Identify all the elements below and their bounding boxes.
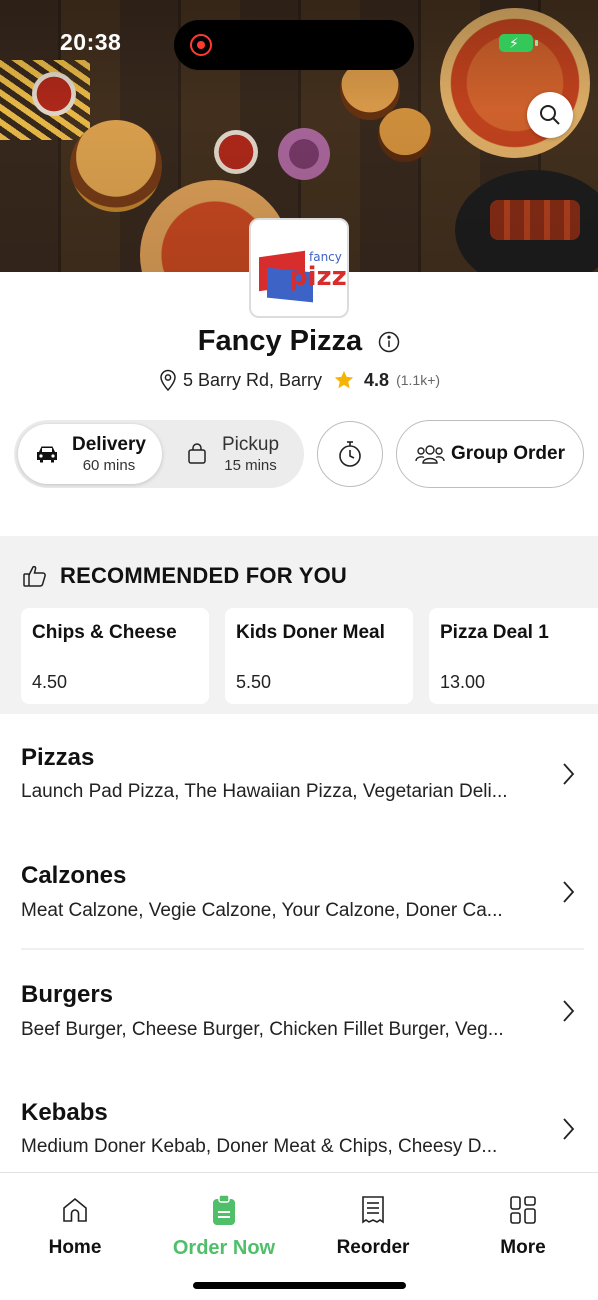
- category-name: Kebabs: [21, 1099, 108, 1126]
- store-meta: 5 Barry Rd, Barry 4.8 (1.1k+): [0, 369, 598, 392]
- dynamic-island: [174, 20, 414, 70]
- recommended-card[interactable]: Pizza Deal 1 13.00: [429, 608, 598, 704]
- item-price: 13.00: [440, 672, 486, 692]
- order-mode-toggle: Delivery 60 mins Pickup 15 mins: [14, 420, 304, 488]
- battery-icon: ⚡: [499, 34, 538, 52]
- store-name: Fancy Pizza: [197, 325, 363, 357]
- nav-label: Home: [48, 1237, 102, 1258]
- recommended-title: RECOMMENDED FOR YOU: [60, 563, 347, 588]
- bottom-nav: Home Order Now Reorder More: [0, 1172, 598, 1300]
- category-row-burgers[interactable]: Burgers Beef Burger, Cheese Burger, Chic…: [0, 977, 598, 1087]
- item-price: 4.50: [32, 672, 68, 692]
- shopping-bag-icon: [188, 443, 206, 464]
- rating-count: (1.1k+): [396, 372, 441, 389]
- order-now-icon: [213, 1194, 235, 1225]
- grid-icon: [510, 1196, 536, 1224]
- category-items: Launch Pad Pizza, The Hawaiian Pizza, Ve…: [21, 781, 508, 802]
- location-pin-icon: [160, 370, 176, 392]
- delivery-option[interactable]: Delivery 60 mins: [18, 424, 162, 484]
- recording-icon: [190, 34, 212, 56]
- recommended-section: RECOMMENDED FOR YOU Chips & Cheese 4.50 …: [0, 536, 598, 714]
- nav-more[interactable]: More: [463, 1193, 583, 1259]
- chevron-right-icon: [563, 881, 575, 903]
- store-title: Fancy Pizza: [0, 325, 598, 358]
- chevron-right-icon: [563, 1000, 575, 1022]
- home-indicator: [193, 1282, 406, 1289]
- recommended-header: RECOMMENDED FOR YOU: [22, 563, 347, 589]
- pickup-option[interactable]: Pickup 15 mins: [166, 424, 300, 484]
- item-name: Kids Doner Meal: [236, 622, 385, 643]
- store-logo: fancy pizza: [249, 218, 349, 318]
- car-icon: [37, 446, 57, 463]
- thumbs-up-icon: [23, 565, 46, 587]
- stopwatch-icon: [339, 441, 361, 467]
- category-name: Calzones: [21, 862, 127, 889]
- chevron-right-icon: [563, 1118, 575, 1140]
- category-row-pizzas[interactable]: Pizzas Launch Pad Pizza, The Hawaiian Pi…: [0, 740, 598, 850]
- search-icon: [540, 105, 560, 125]
- delivery-label: Delivery: [72, 433, 146, 455]
- category-name: Burgers: [21, 981, 114, 1008]
- category-row-calzones[interactable]: Calzones Meat Calzone, Vegie Calzone, Yo…: [0, 858, 598, 968]
- nav-order-now[interactable]: Order Now: [164, 1193, 284, 1260]
- divider: [21, 948, 584, 950]
- rating-value: 4.8: [364, 369, 390, 390]
- category-row-kebabs[interactable]: Kebabs Medium Doner Kebab, Doner Meat & …: [0, 1095, 598, 1171]
- nav-label: More: [500, 1237, 546, 1258]
- nav-label: Reorder: [336, 1237, 410, 1258]
- category-items: Beef Burger, Cheese Burger, Chicken Fill…: [21, 1019, 504, 1040]
- category-items: Medium Doner Kebab, Doner Meat & Chips, …: [21, 1136, 498, 1157]
- group-order-label: Group Order: [450, 443, 565, 464]
- item-name: Pizza Deal 1: [440, 622, 549, 643]
- nav-label: Order Now: [172, 1237, 276, 1259]
- nav-reorder[interactable]: Reorder: [313, 1193, 433, 1259]
- store-address: 5 Barry Rd, Barry: [182, 369, 322, 390]
- group-icon: [415, 445, 445, 464]
- item-price: 5.50: [236, 672, 272, 692]
- recommended-card[interactable]: Chips & Cheese 4.50: [21, 608, 209, 704]
- star-icon: [334, 371, 354, 389]
- search-button[interactable]: [527, 92, 573, 138]
- delivery-time: 60 mins: [82, 456, 136, 474]
- recommended-card[interactable]: Kids Doner Meal 5.50: [225, 608, 413, 704]
- item-name: Chips & Cheese: [32, 622, 177, 643]
- info-icon[interactable]: [378, 331, 400, 353]
- nav-home[interactable]: Home: [15, 1193, 135, 1259]
- category-name: Pizzas: [21, 744, 95, 771]
- home-icon: [63, 1197, 87, 1222]
- status-time: 20:38: [60, 29, 122, 55]
- group-order-button[interactable]: Group Order: [396, 420, 584, 488]
- schedule-button[interactable]: [317, 421, 383, 487]
- category-items: Meat Calzone, Vegie Calzone, Your Calzon…: [21, 900, 503, 921]
- chevron-right-icon: [563, 763, 575, 785]
- pickup-label: Pickup: [222, 433, 280, 455]
- pickup-time: 15 mins: [224, 456, 277, 474]
- receipt-icon: [362, 1196, 384, 1224]
